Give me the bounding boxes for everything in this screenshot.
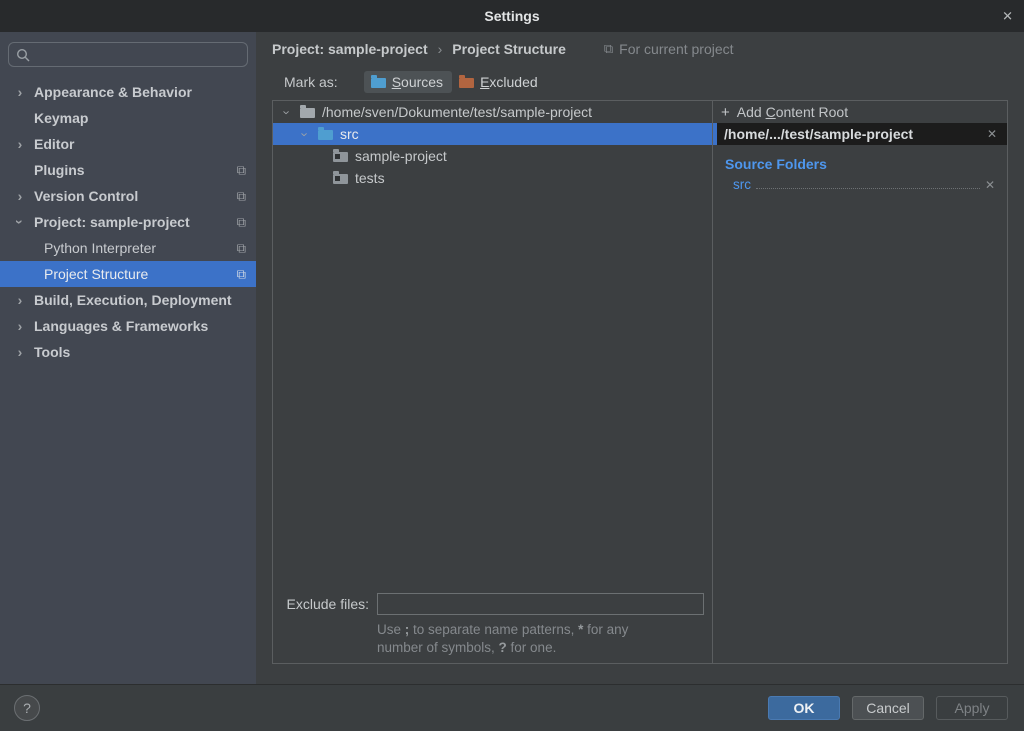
sidebar-item-label: Version Control (34, 188, 138, 204)
chevron-right-icon: › (14, 293, 26, 307)
dialog-titlebar: Settings ✕ (0, 0, 1024, 32)
sidebar-item-label: Keymap (34, 110, 88, 126)
dialog-title: Settings (484, 8, 539, 24)
search-input[interactable] (36, 46, 240, 63)
source-folders-heading: Source Folders (725, 156, 1007, 172)
add-content-root-label: Add Content Root (737, 104, 848, 120)
per-project-config-icon: ⧉ (237, 242, 246, 255)
mark-as-excluded-button[interactable]: Excluded (452, 71, 547, 93)
exclude-files-label: Exclude files: (273, 596, 369, 612)
sidebar-item-project-sample-project[interactable]: › Project: sample-project ⧉ (0, 209, 256, 235)
close-icon[interactable]: ✕ (1002, 10, 1013, 23)
per-project-config-icon: ⧉ (237, 216, 246, 229)
sidebar-item-project-structure[interactable]: Project Structure ⧉ (0, 261, 256, 287)
sidebar-item-label: Build, Execution, Deployment (34, 292, 232, 308)
source-folder-name: src (733, 177, 751, 192)
content-root-path: /home/.../test/sample-project (724, 126, 913, 142)
folder-icon (333, 152, 348, 162)
exclude-files-input[interactable] (377, 593, 704, 615)
per-project-config-icon: ⧉ (237, 190, 246, 203)
per-project-config-icon: ⧉ (604, 41, 613, 57)
settings-sidebar: › Appearance & Behavior Keymap › Editor … (0, 32, 256, 684)
dotted-leader (756, 178, 980, 189)
add-content-root-button[interactable]: + Add Content Root (713, 101, 1007, 123)
sidebar-item-editor[interactable]: › Editor (0, 131, 256, 157)
sidebar-item-label: Project: sample-project (34, 214, 190, 230)
breadcrumb-separator-icon: › (438, 41, 443, 57)
exclude-files-hint: Use ; to separate name patterns, * for a… (377, 621, 704, 657)
sidebar-item-languages-frameworks[interactable]: › Languages & Frameworks (0, 313, 256, 339)
sources-button-label: Sources (392, 74, 443, 90)
folder-icon (300, 108, 315, 118)
tree-row-label: sample-project (355, 148, 447, 164)
tree-row-tests[interactable]: tests (273, 167, 712, 189)
content-roots-tree: › /home/sven/Dokumente/test/sample-proje… (273, 101, 713, 663)
context-note-label: For current project (619, 41, 733, 57)
sidebar-item-label: Project Structure (44, 266, 148, 282)
plus-icon: + (721, 105, 730, 120)
content-root-item[interactable]: /home/.../test/sample-project ✕ (713, 123, 1007, 145)
ok-button[interactable]: OK (768, 696, 840, 720)
chevron-right-icon: › (14, 189, 26, 203)
settings-search-field[interactable] (8, 42, 248, 67)
content-root-details-panel: + Add Content Root /home/.../test/sample… (713, 101, 1007, 663)
sidebar-item-appearance-behavior[interactable]: › Appearance & Behavior (0, 79, 256, 105)
excluded-button-label: Excluded (480, 74, 538, 90)
remove-source-folder-icon[interactable]: ✕ (985, 179, 995, 191)
chevron-right-icon: › (14, 345, 26, 359)
chevron-right-icon: › (14, 85, 26, 99)
project-structure-box: › /home/sven/Dokumente/test/sample-proje… (272, 100, 1008, 664)
per-project-config-icon: ⧉ (237, 268, 246, 281)
source-folder-item[interactable]: src ✕ (733, 177, 995, 192)
help-button[interactable]: ? (14, 695, 40, 721)
cancel-button[interactable]: Cancel (852, 696, 924, 720)
sidebar-item-keymap[interactable]: Keymap (0, 105, 256, 131)
tree-row-label: src (340, 126, 359, 142)
folder-icon (333, 174, 348, 184)
tree-row-src[interactable]: › src (273, 123, 712, 145)
sidebar-item-label: Python Interpreter (44, 240, 156, 256)
sidebar-item-python-interpreter[interactable]: Python Interpreter ⧉ (0, 235, 256, 261)
chevron-down-icon: › (13, 216, 27, 228)
sidebar-item-tools[interactable]: › Tools (0, 339, 256, 365)
remove-content-root-icon[interactable]: ✕ (987, 128, 997, 140)
mark-as-label: Mark as: (284, 74, 338, 90)
tree-row-label: tests (355, 170, 385, 186)
sidebar-item-label: Appearance & Behavior (34, 84, 192, 100)
tree-row-sample-project[interactable]: sample-project (273, 145, 712, 167)
for-current-project-note: ⧉ For current project (604, 41, 734, 57)
tree-row-content-root[interactable]: › /home/sven/Dokumente/test/sample-proje… (273, 101, 712, 123)
sidebar-item-plugins[interactable]: Plugins ⧉ (0, 157, 256, 183)
exclude-files-section: Exclude files: Use ; to separate name pa… (273, 593, 704, 657)
sidebar-item-label: Languages & Frameworks (34, 318, 208, 334)
chevron-down-icon[interactable]: › (280, 106, 295, 118)
sidebar-item-label: Plugins (34, 162, 85, 178)
source-folder-icon (371, 78, 386, 88)
breadcrumb-project[interactable]: Project: sample-project (272, 41, 428, 57)
chevron-right-icon: › (14, 319, 26, 333)
sidebar-item-build-execution-deployment[interactable]: › Build, Execution, Deployment (0, 287, 256, 313)
breadcrumb: Project: sample-project › Project Struct… (256, 32, 1024, 66)
settings-main-panel: Project: sample-project › Project Struct… (256, 32, 1024, 684)
apply-button[interactable]: Apply (936, 696, 1008, 720)
per-project-config-icon: ⧉ (237, 164, 246, 177)
chevron-down-icon[interactable]: › (298, 128, 313, 140)
sidebar-item-version-control[interactable]: › Version Control ⧉ (0, 183, 256, 209)
mark-as-sources-button[interactable]: Sources (364, 71, 452, 93)
sidebar-item-label: Tools (34, 344, 70, 360)
chevron-right-icon: › (14, 137, 26, 151)
source-folder-icon (318, 130, 333, 140)
search-icon (16, 48, 30, 62)
excluded-folder-icon (459, 78, 474, 88)
sidebar-item-label: Editor (34, 136, 74, 152)
tree-row-label: /home/sven/Dokumente/test/sample-project (322, 104, 592, 120)
breadcrumb-page: Project Structure (452, 41, 566, 57)
mark-as-toolbar: Mark as: Sources Excluded (256, 66, 1024, 98)
dialog-footer: ? OK Cancel Apply (0, 684, 1024, 731)
